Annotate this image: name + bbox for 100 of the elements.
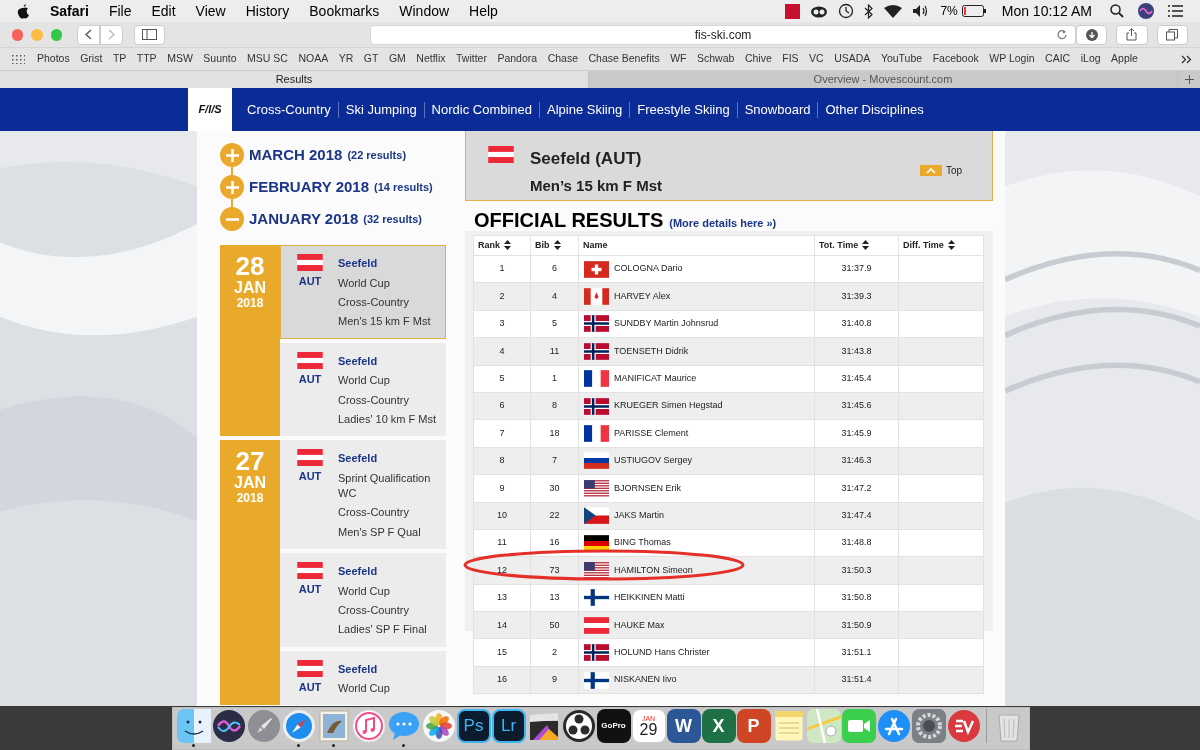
search-icon[interactable]: [1110, 4, 1124, 18]
event-place[interactable]: Seefeld: [338, 254, 443, 274]
sort-icon[interactable]: [504, 240, 511, 251]
bookmark-link[interactable]: WP Login: [989, 51, 1035, 67]
bookmark-link[interactable]: VC: [809, 51, 824, 67]
athlete-name[interactable]: TOENSETH Didrik: [614, 344, 689, 359]
bookmark-link[interactable]: MSU SC: [247, 51, 288, 67]
bookmark-link[interactable]: Suunto: [203, 51, 237, 67]
athlete-name[interactable]: HEIKKINEN Matti: [614, 591, 685, 605]
athlete-name[interactable]: HAUKE Max: [614, 618, 665, 632]
expand-toggle[interactable]: [220, 175, 244, 199]
clock-history-icon[interactable]: [838, 3, 855, 19]
nav-link[interactable]: Freestyle Skiing: [637, 99, 730, 120]
smiling-face-icon[interactable]: [176, 709, 211, 743]
sort-icon[interactable]: [553, 240, 561, 251]
battery-icon[interactable]: [961, 5, 986, 17]
bookmark-link[interactable]: YR: [338, 51, 354, 67]
bookmark-link[interactable]: Netflix: [416, 51, 446, 67]
bookmark-link[interactable]: Photos: [37, 51, 70, 67]
flower-icon[interactable]: [421, 709, 456, 743]
apple-logo-icon[interactable]: [17, 3, 30, 19]
bookmark-link[interactable]: Facebook: [932, 51, 979, 67]
athlete-name[interactable]: USTIUGOV Sergey: [614, 454, 693, 468]
bookmark-link[interactable]: iLog: [1080, 51, 1101, 67]
app-tile[interactable]: P: [736, 709, 771, 743]
event-place[interactable]: Seefeld: [338, 449, 443, 469]
expand-toggle[interactable]: [220, 143, 244, 167]
athlete-name[interactable]: HARVEY Alex: [614, 289, 671, 304]
three-circles-icon[interactable]: [561, 709, 596, 743]
athlete-name[interactable]: PARISSE Clement: [614, 426, 689, 441]
bookmark-link[interactable]: NOAA: [298, 51, 329, 67]
bookmark-link[interactable]: MSW: [167, 51, 193, 67]
column-header[interactable]: Diff. Time: [898, 235, 984, 256]
bookmark-link[interactable]: WF: [670, 51, 687, 67]
browser-tab[interactable]: Results: [0, 71, 589, 88]
bookmark-link[interactable]: USADA: [834, 51, 871, 67]
bookmark-link[interactable]: Pandora: [497, 51, 538, 67]
column-header[interactable]: Rank: [473, 235, 531, 256]
app-tile[interactable]: Ps: [456, 709, 491, 743]
tabs-icon[interactable]: [1166, 28, 1179, 41]
share-icon[interactable]: [1126, 28, 1138, 41]
event-card[interactable]: AUT Seefeld World Cup Cross-Country Men's 15 km F Mst: [280, 245, 446, 339]
athlete-name[interactable]: HAMILTON Simeon: [614, 563, 693, 578]
cloud-icon[interactable]: [810, 4, 829, 18]
event-card[interactable]: AUT Seefeld World Cup Cross-Country Ladies' SP F Final: [280, 552, 446, 647]
event-card[interactable]: AUT Seefeld World Cup Cross-Country Ladies' 10 km F Mst: [280, 342, 446, 437]
menu-item[interactable]: Edit: [151, 0, 176, 22]
back-button[interactable]: [77, 24, 100, 45]
expand-toggle[interactable]: [220, 207, 244, 231]
fis-logo[interactable]: F/I/S: [188, 88, 232, 131]
event-card[interactable]: AUT Seefeld Sprint Qualification WC Cross-Country Men's SP F Qual: [280, 440, 446, 549]
bookmark-link[interactable]: Chive: [744, 51, 772, 67]
menu-item[interactable]: History: [245, 0, 290, 22]
nav-link[interactable]: Cross-Country: [247, 99, 331, 120]
event-place[interactable]: Seefeld: [338, 659, 443, 679]
sidebar-icon[interactable]: [141, 29, 157, 40]
nav-link[interactable]: Other Disciplines: [825, 99, 924, 120]
bookmark-link[interactable]: Chase: [547, 51, 578, 67]
share-button[interactable]: [1116, 24, 1148, 45]
bookmark-link[interactable]: Twitter: [456, 51, 487, 67]
downloads-button[interactable]: [1076, 24, 1108, 45]
tabs-button[interactable]: [1156, 24, 1188, 45]
chevron-left-icon[interactable]: [85, 29, 92, 40]
bookmark-link[interactable]: YouTube: [880, 51, 923, 67]
column-header[interactable]: Tot. Time: [814, 235, 899, 256]
siri-icon[interactable]: [1138, 3, 1154, 19]
menu-item[interactable]: Bookmarks: [309, 0, 380, 22]
menu-item[interactable]: Help: [469, 0, 498, 22]
download-icon[interactable]: [1085, 28, 1098, 41]
nav-link[interactable]: Snowboard: [744, 99, 811, 120]
bookmark-link[interactable]: GT: [363, 51, 379, 67]
athlete-name[interactable]: MANIFICAT Maurice: [614, 372, 697, 386]
app-tile[interactable]: X: [701, 709, 736, 743]
nav-link[interactable]: Alpine Skiing: [547, 99, 623, 120]
menu-item[interactable]: View: [195, 0, 226, 22]
bluetooth-icon[interactable]: [864, 3, 875, 19]
bookmark-link[interactable]: Chase Benefits: [588, 51, 660, 67]
app-tile[interactable]: W: [666, 709, 701, 743]
menu-item[interactable]: Window: [399, 0, 450, 22]
event-place[interactable]: Seefeld: [338, 561, 443, 582]
athlete-name[interactable]: COLOGNA Dario: [614, 262, 683, 276]
app-tile[interactable]: Lr: [491, 709, 526, 743]
menu-item[interactable]: File: [108, 0, 132, 22]
bookmark-link[interactable]: Grist: [80, 51, 103, 67]
new-tab-button[interactable]: [1178, 71, 1200, 88]
nav-link[interactable]: Ski Jumping: [345, 99, 417, 120]
list-icon[interactable]: [1168, 5, 1183, 17]
athlete-name[interactable]: BING Thomas: [614, 536, 671, 550]
athlete-name[interactable]: NISKANEN Iivo: [614, 673, 677, 687]
sort-icon[interactable]: [862, 240, 870, 251]
event-place[interactable]: Seefeld: [338, 351, 443, 372]
event-card[interactable]: AUT Seefeld World Cup: [280, 650, 446, 706]
top-link[interactable]: Top: [945, 163, 962, 178]
menu-clock[interactable]: Mon 10:12 AM: [1001, 0, 1092, 22]
wifi-icon[interactable]: [884, 4, 903, 18]
address-bar[interactable]: fis-ski.com: [370, 24, 1076, 45]
bookmark-link[interactable]: GM: [388, 51, 406, 67]
app-store-icon[interactable]: [876, 709, 911, 743]
athlete-name[interactable]: BJORNSEN Erik: [614, 481, 681, 496]
grid-icon[interactable]: [12, 54, 25, 64]
